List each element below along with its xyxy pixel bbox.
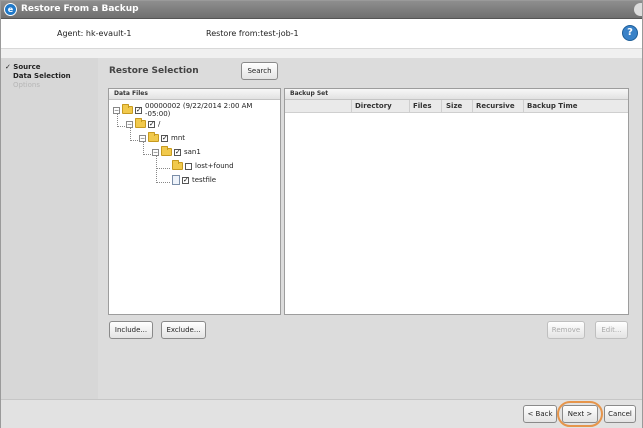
folder-icon <box>122 104 133 114</box>
tree-checkbox[interactable] <box>185 162 192 170</box>
app-logo-icon: e <box>4 3 17 16</box>
restore-window: e Restore From a Backup Agent: hk-evault… <box>0 0 643 428</box>
backup-set-panel: Backup Set Directory Files Size Recursiv… <box>284 88 629 315</box>
backup-set-header: Backup Set <box>285 89 628 100</box>
data-files-panel: Data Files − ✓ 00000002 (9/22/2014 2:00 … <box>108 88 281 315</box>
tree-row-testfile[interactable]: ✓ testfile <box>172 174 216 186</box>
collapse-icon[interactable]: − <box>152 148 159 156</box>
folder-icon <box>148 132 159 142</box>
restore-from-info: Restore from:test-job-1 <box>206 29 299 38</box>
tree-checkbox[interactable]: ✓ <box>148 120 155 128</box>
col-directory[interactable]: Directory <box>355 102 392 110</box>
step-options: Options <box>13 81 41 89</box>
tree-row-root[interactable]: − ✓ / <box>126 118 160 130</box>
tree-checkbox[interactable]: ✓ <box>161 134 168 142</box>
collapse-icon[interactable]: − <box>126 120 133 128</box>
tree-label: 00000002 (9/22/2014 2:00 AM -05:00) <box>144 102 253 118</box>
search-button[interactable]: Search <box>241 62 278 80</box>
exclude-button[interactable]: Exclude... <box>161 321 206 339</box>
tree-label: testfile <box>192 176 217 184</box>
content-area: Restore Selection Search Data Files − ✓ … <box>98 58 642 399</box>
col-size[interactable]: Size <box>446 102 462 110</box>
folder-icon <box>161 146 172 156</box>
wizard-footer: < Back Next > Cancel <box>1 399 642 428</box>
tree-checkbox[interactable]: ✓ <box>134 106 142 114</box>
section-title: Restore Selection <box>109 66 199 76</box>
tree-label: san1 <box>184 148 201 156</box>
step-data-selection[interactable]: Data Selection <box>13 72 71 80</box>
tree-row-mnt[interactable]: − ✓ mnt <box>139 132 185 144</box>
help-icon[interactable]: ? <box>622 25 638 41</box>
remove-button[interactable]: Remove <box>547 321 585 339</box>
edit-button[interactable]: Edit... <box>595 321 628 339</box>
include-button[interactable]: Include... <box>109 321 153 339</box>
info-bar: Agent: hk-evault-1 Restore from:test-job… <box>1 19 642 49</box>
collapse-icon[interactable]: − <box>113 106 120 114</box>
window-corner-icon <box>634 3 642 16</box>
col-backup-time[interactable]: Backup Time <box>527 102 578 110</box>
folder-icon <box>172 160 183 170</box>
tree-row-san1[interactable]: − ✓ san1 <box>152 146 201 158</box>
backup-set-columns: Directory Files Size Recursive Backup Ti… <box>285 100 628 113</box>
col-files[interactable]: Files <box>413 102 432 110</box>
folder-icon <box>135 118 146 128</box>
step-source[interactable]: ✓ Source <box>5 63 41 71</box>
agent-info: Agent: hk-evault-1 <box>57 29 131 38</box>
collapse-icon[interactable]: − <box>139 134 146 142</box>
tree-checkbox[interactable]: ✓ <box>174 148 181 156</box>
cancel-button[interactable]: Cancel <box>604 405 636 423</box>
restore-from-label: Restore from: <box>206 29 261 38</box>
tree-label: / <box>158 120 161 128</box>
tree-row-backup[interactable]: − ✓ 00000002 (9/22/2014 2:00 AM -05:00) <box>113 102 280 118</box>
agent-label: Agent: <box>57 29 84 38</box>
wizard-steps: ✓ Source Data Selection Options <box>1 58 98 399</box>
tree-label: lost+found <box>195 162 234 170</box>
tree-row-lost-found[interactable]: lost+found <box>172 160 234 172</box>
title-bar: e Restore From a Backup <box>1 1 642 19</box>
window-title: Restore From a Backup <box>21 4 139 14</box>
tree-label: mnt <box>171 134 185 142</box>
restore-from-value: test-job-1 <box>260 29 299 38</box>
agent-value: hk-evault-1 <box>85 29 132 38</box>
next-highlight-ring <box>557 401 603 427</box>
back-button[interactable]: < Back <box>523 405 557 423</box>
col-recursive[interactable]: Recursive <box>476 102 515 110</box>
tree-checkbox[interactable]: ✓ <box>182 176 189 184</box>
file-icon <box>172 175 180 185</box>
data-files-header: Data Files <box>109 89 280 100</box>
